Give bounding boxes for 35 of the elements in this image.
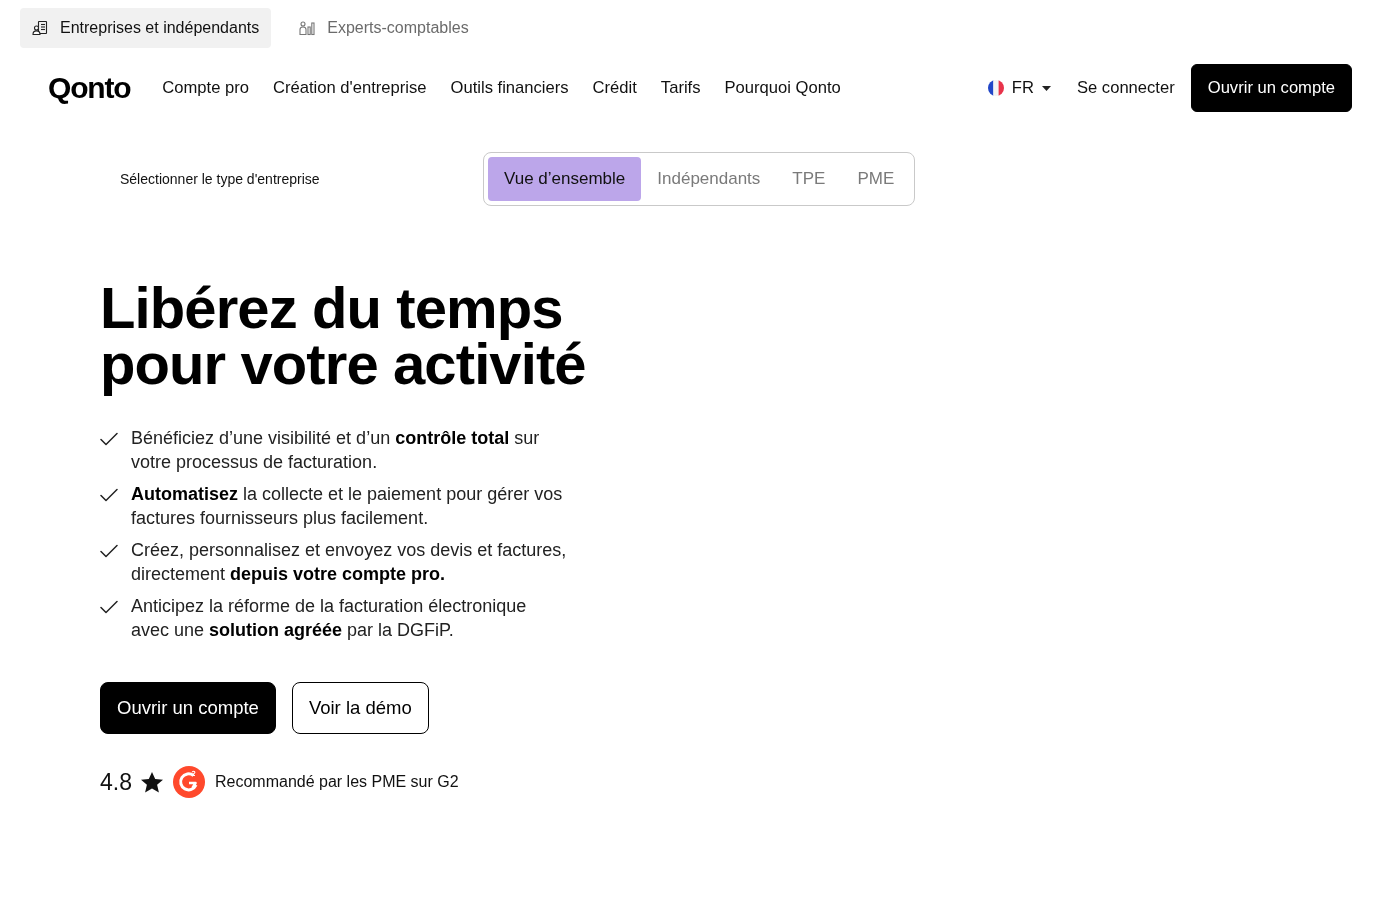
nav-link[interactable]: Outils financiers <box>450 78 569 98</box>
language-selector[interactable]: FR <box>987 78 1051 98</box>
nav-link[interactable]: Compte pro <box>162 78 249 98</box>
rating-score: 4.8 <box>100 768 132 796</box>
nav-link[interactable]: Tarifs <box>660 78 701 98</box>
nav-link[interactable]: Création d'entreprise <box>273 78 427 98</box>
benefit-text: Automatisez la collecte et le paiement pour gérer vos factures fournisseurs plus facilement. <box>131 483 564 530</box>
flag-icon <box>987 80 1004 96</box>
person-card-icon <box>32 20 48 36</box>
logo[interactable]: Qonto <box>48 71 131 105</box>
audience-tab[interactable]: Entreprises et indépendants <box>20 8 272 48</box>
open-account-button[interactable]: Ouvrir un compte <box>1190 64 1352 112</box>
review-logo-icon <box>173 766 205 798</box>
segment-tab[interactable]: PME <box>841 157 911 201</box>
login-link[interactable]: Se connecter <box>1076 78 1175 98</box>
selector-label: Sélectionner le type d'entreprise <box>120 171 321 187</box>
demo-button[interactable]: Voir la démo <box>291 682 429 734</box>
audience-tab[interactable]: Experts-comptables <box>287 8 481 48</box>
segment-tab[interactable]: TPE <box>776 157 842 201</box>
rating-text: Recommandé par les PME sur G2 <box>215 773 459 791</box>
nav-link[interactable]: Pourquoi Qonto <box>724 78 841 98</box>
segment-tab[interactable]: Vue d’ensemble <box>488 157 642 201</box>
benefit-text: Bénéficiez d’une visibilité et d’un contrôle total sur votre processus de facturation. <box>131 427 541 474</box>
person-chart-icon <box>299 20 316 36</box>
open-account-button[interactable]: Ouvrir un compte <box>100 682 276 734</box>
benefit-text: Créez, personnalisez et envoyez vos devis et factures, directement depuis votre compte pro. <box>131 539 567 586</box>
check-icon <box>100 544 118 558</box>
nav-link[interactable]: Crédit <box>592 78 637 98</box>
caret-icon <box>1041 85 1051 91</box>
check-icon <box>100 600 118 614</box>
benefit-text: Anticipez la réforme de la facturation électronique avec une solution agréée par la DGFiP. <box>131 595 528 642</box>
segment-tab[interactable]: Indépendants <box>641 157 777 201</box>
check-icon <box>100 488 118 502</box>
check-icon <box>100 432 118 446</box>
star-icon <box>141 771 163 793</box>
